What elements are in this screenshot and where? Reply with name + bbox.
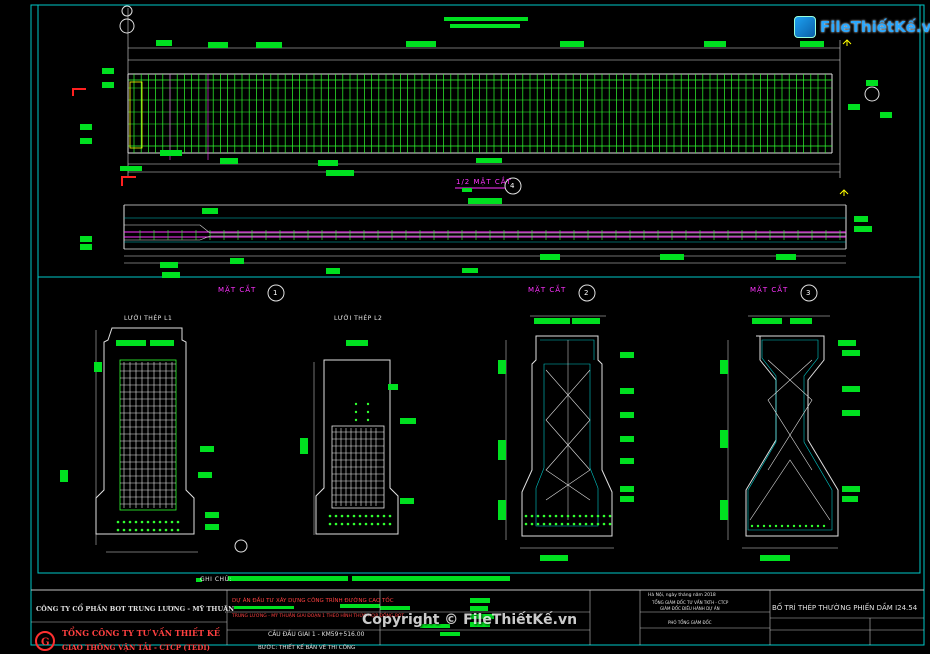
half-section-number: 4 <box>510 182 515 190</box>
copyright-watermark: Copyright © FileThiếtKế.vn <box>362 612 578 628</box>
director-3: PHÓ TỔNG GIÁM ĐỐC <box>668 620 712 625</box>
director-1: TỔNG GIÁM ĐỐC TƯ VẤN TKTH - CTCP <box>652 600 729 605</box>
bridge-name: CẦU ĐẦU GIAI 1 - KM59+516.00 <box>268 631 365 638</box>
section-2-view <box>505 284 614 549</box>
project-line1: DỰ ÁN ĐẦU TƯ XÂY DỰNG CÔNG TRÌNH ĐƯỜNG C… <box>232 598 394 604</box>
section-3-title: MẶT CẮT <box>750 286 789 294</box>
section-2-number: 2 <box>584 289 589 297</box>
half-section-plan <box>123 177 849 264</box>
mesh-l2-section <box>313 359 399 535</box>
logo-text: FileThiếtKế.vn <box>820 18 930 36</box>
note-label: GHI CHÚ: <box>200 576 232 583</box>
director-2: GIÁM ĐỐC ĐIỀU HÀNH DỰ ÁN <box>660 606 720 611</box>
date-line: Hà Nội, ngày tháng năm 2018 <box>648 593 716 598</box>
cad-drawing: G <box>30 4 925 651</box>
company-2-line1: TỔNG CÔNG TY TƯ VẤN THIẾT KẾ <box>62 628 220 638</box>
mesh-l1-title: LƯỚI THÉP L1 <box>124 315 173 322</box>
section-3-view <box>267 284 839 549</box>
mesh-l2-title: LƯỚI THÉP L2 <box>334 315 383 322</box>
section-1-number: 1 <box>273 289 278 297</box>
half-section-title: 1/2 MẶT CẮT <box>456 178 512 186</box>
design-stage: BƯỚC: THIẾT KẾ BẢN VẼ THI CÔNG <box>258 645 356 651</box>
section-3-number: 3 <box>806 289 811 297</box>
company-2-line2: GIAO THÔNG VẬN TẢI - CTCP (TEDI) <box>62 643 210 652</box>
svg-text:G: G <box>41 637 50 648</box>
section-2-title: MẶT CẮT <box>528 286 567 294</box>
drawing-title: BỐ TRÍ THÉP THƯỜNG PHIẾN DẦM I24.54 <box>772 604 918 612</box>
company-1: CÔNG TY CỔ PHẦN BOT TRUNG LƯƠNG - MỸ THU… <box>36 605 235 613</box>
mesh-l1-section <box>95 327 248 553</box>
logo-icon <box>794 16 816 38</box>
section-1-title: MẶT CẮT <box>218 286 257 294</box>
outer-frame <box>30 4 925 646</box>
site-logo[interactable]: FileThiếtKế.vn <box>794 14 930 40</box>
